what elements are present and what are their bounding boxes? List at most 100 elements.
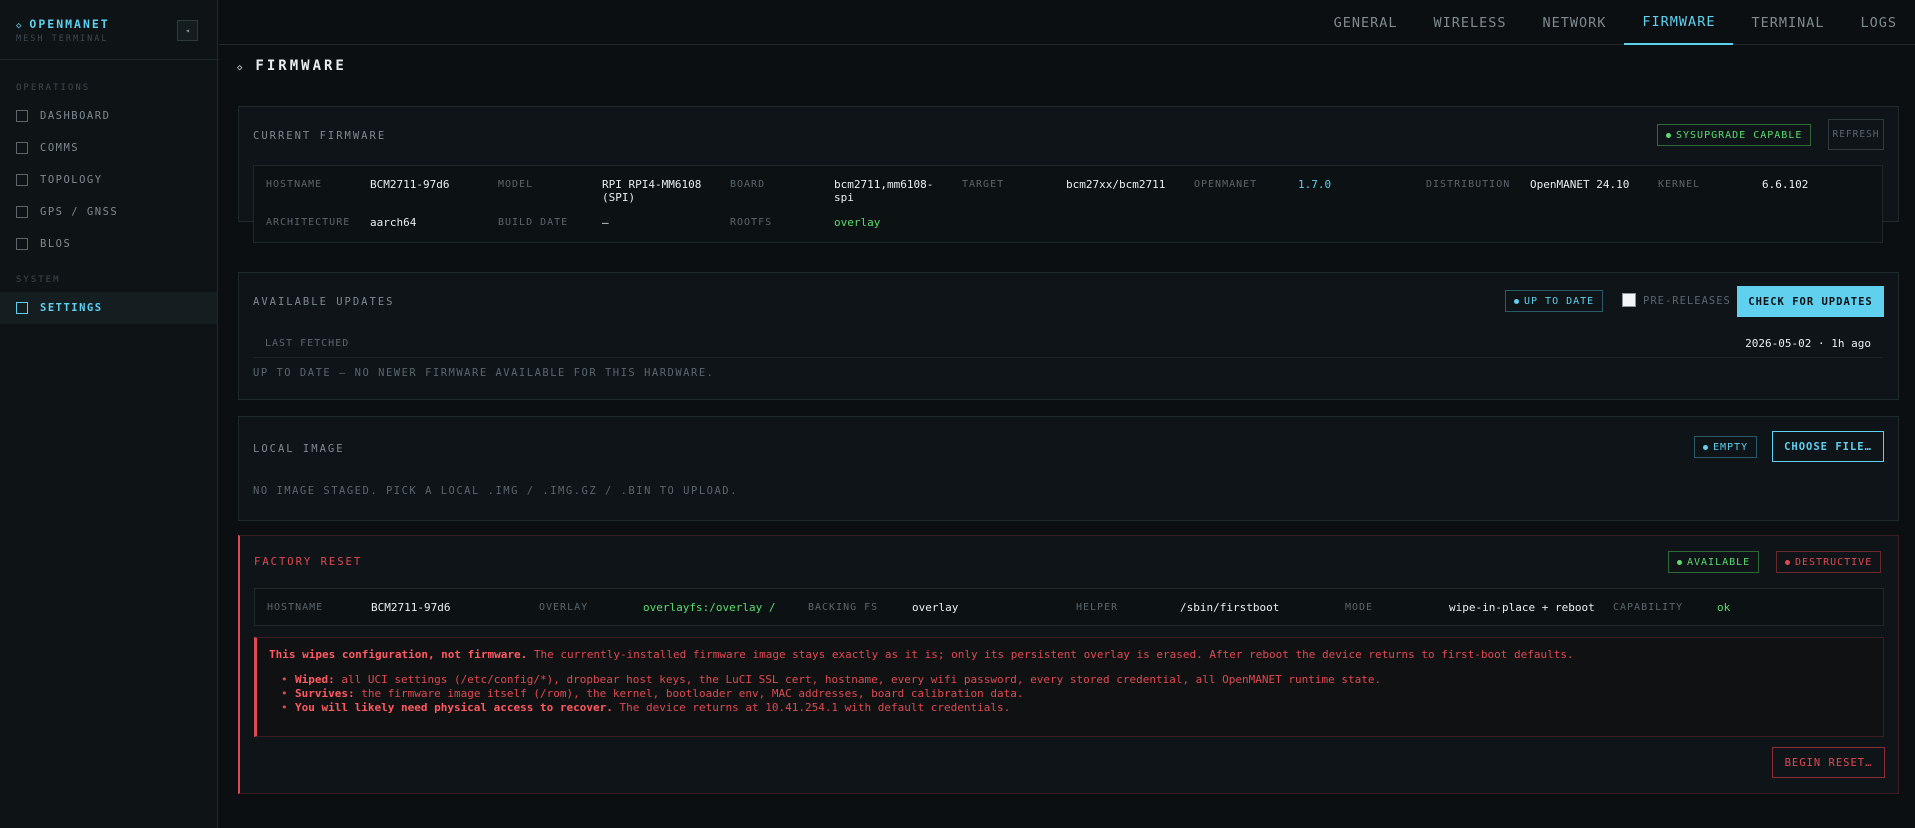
available-updates-panel: AVAILABLE UPDATES UP TO DATE PRE-RELEASE… — [238, 272, 1899, 400]
kernel-value: 6.6.102 — [1762, 178, 1809, 191]
mode-value: wipe-in-place + reboot — [1449, 601, 1595, 614]
hostname-value: BCM2711-97d6 — [371, 601, 451, 614]
begin-reset-button[interactable]: BEGIN RESET… — [1772, 747, 1885, 778]
target-label: TARGET — [962, 179, 1005, 190]
helper-label: HELPER — [1076, 602, 1119, 613]
square-icon — [16, 206, 28, 218]
overlay-value: overlayfs:/overlay / — [643, 601, 776, 614]
brand: ◇ OPENMANET MESH TERMINAL ◂ — [0, 0, 217, 60]
distribution-value: OpenMANET 24.10 — [1530, 178, 1630, 191]
build-date-value: — — [602, 216, 609, 229]
hostname-value: BCM2711-97d6 — [370, 178, 450, 191]
nav-section-system: SYSTEM — [16, 275, 61, 285]
sidebar-item-label: COMMS — [40, 142, 80, 154]
sidebar-item-settings[interactable]: SETTINGS — [0, 292, 217, 324]
tab-general[interactable]: GENERAL — [1316, 0, 1416, 45]
collapse-sidebar-button[interactable]: ◂ — [177, 20, 198, 41]
chevron-left-icon: ◂ — [185, 26, 190, 35]
reset-warning: This wipes configuration, not firmware. … — [254, 637, 1884, 737]
sidebar-item-dashboard[interactable]: DASHBOARD — [0, 100, 217, 132]
square-icon — [16, 142, 28, 154]
badge-label: AVAILABLE — [1687, 556, 1751, 568]
hostname-label: HOSTNAME — [267, 602, 324, 613]
brand-title-text: OPENMANET — [29, 17, 110, 31]
sidebar-item-label: DASHBOARD — [40, 110, 111, 122]
sidebar-item-gps-gnss[interactable]: GPS / GNSS — [0, 196, 217, 228]
sidebar-item-topology[interactable]: TOPOLOGY — [0, 164, 217, 196]
badge-label: DESTRUCTIVE — [1795, 556, 1873, 568]
sidebar-item-blos[interactable]: BLOS — [0, 228, 217, 260]
top-tabs: GENERAL WIRELESS NETWORK FIRMWARE TERMIN… — [219, 0, 1915, 45]
target-value: bcm27xx/bcm2711 — [1066, 178, 1166, 191]
square-icon — [16, 302, 28, 314]
prereleases-label: PRE-RELEASES — [1643, 295, 1731, 307]
status-dot-icon — [1514, 298, 1519, 304]
firmware-info-grid: HOSTNAME BCM2711-97d6 MODEL RPI RPI4-MM6… — [253, 165, 1883, 243]
board-label: BOARD — [730, 179, 766, 190]
tab-terminal[interactable]: TERMINAL — [1733, 0, 1842, 45]
item-bold: You will likely need physical access to … — [295, 701, 613, 714]
distribution-label: DISTRIBUTION — [1426, 179, 1511, 190]
backing-fs-label: BACKING FS — [808, 602, 879, 613]
status-dot-icon — [1677, 559, 1682, 565]
warning-lead-bold: This wipes configuration, not firmware. — [269, 648, 528, 661]
item-text: all UCI settings (/etc/config/*), dropbe… — [334, 673, 1382, 686]
last-fetched-label: LAST FETCHED — [265, 338, 350, 349]
openmanet-version-value: 1.7.0 — [1298, 178, 1332, 191]
updates-status-message: UP TO DATE — NO NEWER FIRMWARE AVAILABLE… — [253, 367, 715, 379]
hostname-label: HOSTNAME — [266, 179, 323, 190]
panel-title: CURRENT FIRMWARE — [253, 130, 387, 142]
status-badge: UP TO DATE — [1505, 290, 1604, 312]
capability-value: ok — [1717, 601, 1731, 614]
square-icon — [16, 238, 28, 250]
check-for-updates-button[interactable]: CHECK FOR UPDATES — [1737, 286, 1884, 317]
tab-firmware[interactable]: FIRMWARE — [1624, 0, 1734, 45]
tab-logs[interactable]: LOGS — [1842, 0, 1915, 45]
status-badge: SYSUPGRADE CAPABLE — [1657, 124, 1812, 146]
tab-wireless[interactable]: WIRELESS — [1415, 0, 1524, 45]
prereleases-checkbox[interactable] — [1622, 293, 1636, 307]
last-fetched-row: LAST FETCHED 2026-05-02 · 1h ago — [253, 333, 1883, 358]
refresh-button[interactable]: REFRESH — [1828, 119, 1884, 150]
sidebar-item-comms[interactable]: COMMS — [0, 132, 217, 164]
tab-network[interactable]: NETWORK — [1525, 0, 1625, 45]
nav-section-operations: OPERATIONS — [16, 83, 91, 93]
square-icon — [16, 110, 28, 122]
choose-file-button[interactable]: CHOOSE FILE… — [1772, 431, 1884, 462]
current-firmware-panel: CURRENT FIRMWARE SYSUPGRADE CAPABLE REFR… — [238, 106, 1899, 243]
page-title-text: FIRMWARE — [255, 58, 347, 74]
last-fetched-value: 2026-05-02 · 1h ago — [1745, 337, 1871, 350]
item-bold: Survives: — [295, 687, 355, 700]
panel-title: AVAILABLE UPDATES — [253, 296, 395, 308]
item-text: the firmware image itself (/rom), the ke… — [354, 687, 1024, 700]
model-label: MODEL — [498, 179, 534, 190]
rootfs-value: overlay — [834, 216, 881, 229]
destructive-badge: DESTRUCTIVE — [1776, 551, 1882, 573]
sidebar-item-label: BLOS — [40, 238, 72, 250]
badge-label: UP TO DATE — [1524, 295, 1595, 307]
available-badge: AVAILABLE — [1668, 551, 1760, 573]
sidebar-item-label: TOPOLOGY — [40, 174, 103, 186]
capability-label: CAPABILITY — [1613, 602, 1684, 613]
status-dot-icon — [1666, 132, 1671, 138]
warning-lead-text: The currently-installed firmware image s… — [527, 648, 1574, 661]
panel-title: FACTORY RESET — [254, 556, 363, 568]
backing-fs-value: overlay — [912, 601, 959, 614]
build-date-label: BUILD DATE — [498, 217, 569, 228]
helper-value: /sbin/firstboot — [1180, 601, 1280, 614]
badge-label: EMPTY — [1713, 441, 1749, 453]
overlay-label: OVERLAY — [539, 602, 589, 613]
list-item: Wiped: all UCI settings (/etc/config/*),… — [281, 673, 1382, 687]
factory-reset-panel: FACTORY RESET AVAILABLE DESTRUCTIVE HOST… — [238, 535, 1899, 794]
openmanet-label: OPENMANET — [1194, 179, 1258, 190]
sidebar-item-label: GPS / GNSS — [40, 206, 119, 218]
mode-label: MODE — [1345, 602, 1374, 613]
architecture-value: aarch64 — [370, 216, 417, 229]
badge-label: SYSUPGRADE CAPABLE — [1676, 129, 1803, 141]
architecture-label: ARCHITECTURE — [266, 217, 351, 228]
local-image-panel: LOCAL IMAGE EMPTY CHOOSE FILE… NO IMAGE … — [238, 416, 1899, 521]
kernel-label: KERNEL — [1658, 179, 1701, 190]
warning-list: Wiped: all UCI settings (/etc/config/*),… — [281, 673, 1382, 715]
board-value: bcm2711,mm6108-spi — [834, 178, 934, 204]
status-dot-icon — [1785, 559, 1790, 565]
